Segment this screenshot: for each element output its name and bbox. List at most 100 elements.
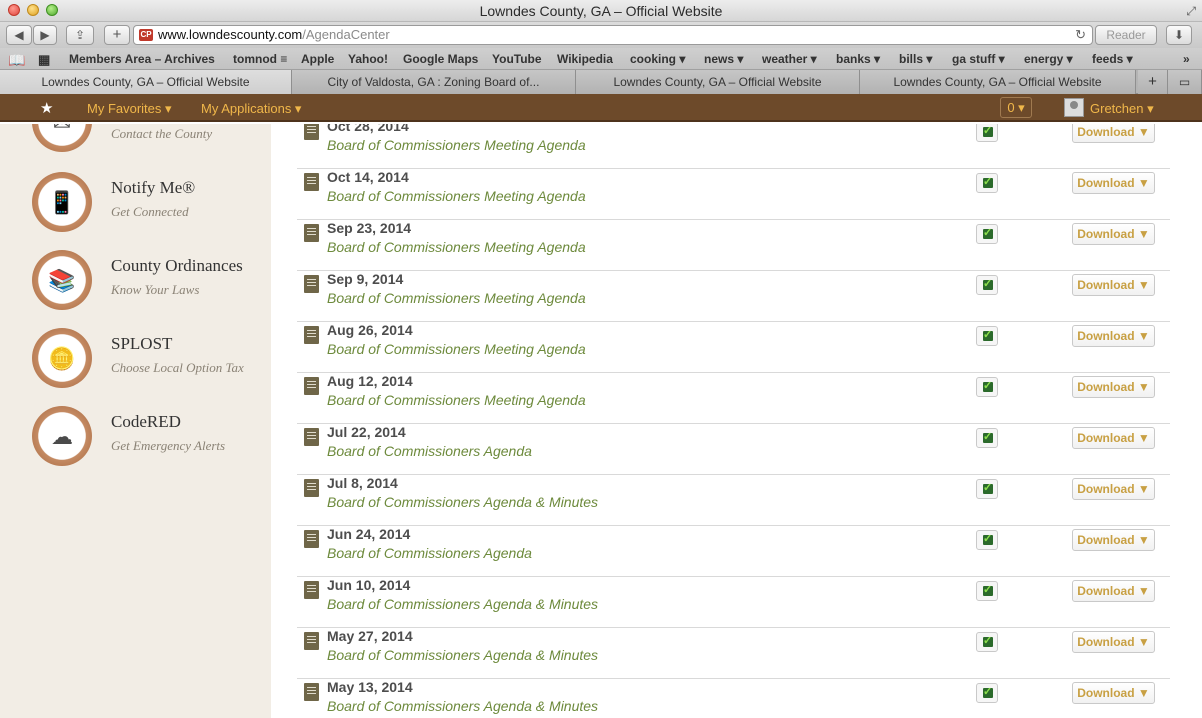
download-button[interactable]: Download ▼ <box>1072 223 1155 245</box>
bookmark-item[interactable]: Members Area – Archives <box>69 52 215 66</box>
agenda-date: Sep 9, 2014 <box>327 271 404 287</box>
document-icon[interactable] <box>304 377 319 395</box>
bookmarks-overflow-icon[interactable]: » <box>1183 52 1190 66</box>
notification-count[interactable]: 0 ▾ <box>1000 97 1032 118</box>
minutes-check-icon[interactable]: ✓ <box>976 530 998 550</box>
download-button[interactable]: Download ▼ <box>1072 124 1155 143</box>
downloads-button[interactable]: ⬇ <box>1166 25 1192 45</box>
star-icon[interactable]: ★ <box>40 99 53 117</box>
bookmark-item[interactable]: Yahoo! <box>348 52 388 66</box>
share-button[interactable]: ⇪ <box>66 25 94 45</box>
sidebar-item-subtitle: Choose Local Option Tax <box>111 360 244 375</box>
minutes-check-icon[interactable]: ✓ <box>976 224 998 244</box>
document-icon[interactable] <box>304 224 319 242</box>
my-favorites-menu[interactable]: My Favorites ▾ <box>87 101 172 117</box>
document-icon[interactable] <box>304 428 319 446</box>
agenda-title-link[interactable]: Board of Commissioners Agenda & Minutes <box>327 596 598 612</box>
fullscreen-icon[interactable]: ⤢ <box>1186 4 1196 19</box>
document-icon[interactable] <box>304 581 319 599</box>
tab-lowndes-3[interactable]: Lowndes County, GA – Official Website <box>860 70 1136 94</box>
agenda-title-link[interactable]: Board of Commissioners Agenda & Minutes <box>327 494 598 510</box>
bookmark-folder[interactable]: news ▾ <box>704 52 743 66</box>
download-button[interactable]: Download ▼ <box>1072 274 1155 296</box>
agenda-title-link[interactable]: Board of Commissioners Agenda <box>327 545 532 561</box>
reader-button[interactable]: Reader <box>1095 25 1157 45</box>
forward-button[interactable]: ▶ <box>33 25 57 45</box>
document-icon[interactable] <box>304 530 319 548</box>
download-button[interactable]: Download ▼ <box>1072 427 1155 449</box>
minutes-check-icon[interactable]: ✓ <box>976 479 998 499</box>
sidebar-item-splost[interactable]: 🪙 SPLOST Choose Local Option Tax <box>0 324 271 394</box>
my-applications-menu[interactable]: My Applications ▾ <box>201 101 301 117</box>
sidebar-item-contact[interactable]: ✉ Contact the County <box>0 124 271 158</box>
agenda-title-link[interactable]: Board of Commissioners Meeting Agenda <box>327 341 586 357</box>
document-icon[interactable] <box>304 124 319 140</box>
agenda-title-link[interactable]: Board of Commissioners Meeting Agenda <box>327 239 586 255</box>
agenda-row: Jun 24, 2014 Board of Commissioners Agen… <box>297 526 1170 577</box>
tab-valdosta[interactable]: City of Valdosta, GA : Zoning Board of..… <box>292 70 576 94</box>
download-button[interactable]: Download ▼ <box>1072 325 1155 347</box>
document-icon[interactable] <box>304 173 319 191</box>
bookmark-folder[interactable]: ga stuff ▾ <box>952 52 1005 66</box>
minutes-check-icon[interactable]: ✓ <box>976 173 998 193</box>
bookmark-folder[interactable]: feeds ▾ <box>1092 52 1133 66</box>
agenda-title-link[interactable]: Board of Commissioners Agenda & Minutes <box>327 698 598 714</box>
agenda-date: Oct 28, 2014 <box>327 124 409 134</box>
tab-overview-icon[interactable]: ▭ <box>1168 70 1202 94</box>
document-icon[interactable] <box>304 632 319 650</box>
agenda-title-link[interactable]: Board of Commissioners Meeting Agenda <box>327 392 586 408</box>
document-icon[interactable] <box>304 479 319 497</box>
bookmark-item[interactable]: Google Maps <box>403 52 478 66</box>
minutes-check-icon[interactable]: ✓ <box>976 632 998 652</box>
site-toolbar: ★ My Favorites ▾ My Applications ▾ 0 ▾ G… <box>0 94 1202 122</box>
user-avatar-icon[interactable] <box>1064 98 1084 117</box>
sidebar-item-notify-me[interactable]: 📱 Notify Me® Get Connected <box>0 168 271 238</box>
download-button[interactable]: Download ▼ <box>1072 631 1155 653</box>
download-button[interactable]: Download ▼ <box>1072 172 1155 194</box>
minutes-check-icon[interactable]: ✓ <box>976 581 998 601</box>
tab-lowndes-2[interactable]: Lowndes County, GA – Official Website <box>576 70 860 94</box>
agenda-title-link[interactable]: Board of Commissioners Meeting Agenda <box>327 290 586 306</box>
bookmark-folder[interactable]: energy ▾ <box>1024 52 1073 66</box>
bookmark-item[interactable]: tomnod ≡ <box>233 52 287 66</box>
minutes-check-icon[interactable]: ✓ <box>976 124 998 142</box>
top-sites-icon[interactable]: ▦ <box>38 52 50 68</box>
tab-lowndes-1[interactable]: Lowndes County, GA – Official Website <box>0 70 292 94</box>
bookmark-folder[interactable]: bills ▾ <box>899 52 932 66</box>
bookmark-folder[interactable]: banks ▾ <box>836 52 880 66</box>
reading-list-icon[interactable]: 📖 <box>8 52 25 69</box>
minutes-check-icon[interactable]: ✓ <box>976 683 998 703</box>
agenda-date: Aug 12, 2014 <box>327 373 413 389</box>
document-icon[interactable] <box>304 326 319 344</box>
agenda-title-link[interactable]: Board of Commissioners Agenda <box>327 443 532 459</box>
download-button[interactable]: Download ▼ <box>1072 376 1155 398</box>
bookmark-folder[interactable]: weather ▾ <box>762 52 817 66</box>
bookmark-folder[interactable]: cooking ▾ <box>630 52 685 66</box>
back-button[interactable]: ◀ <box>6 25 32 45</box>
minutes-check-icon[interactable]: ✓ <box>976 326 998 346</box>
user-menu[interactable]: Gretchen ▾ <box>1090 101 1154 117</box>
download-button[interactable]: Download ▼ <box>1072 529 1155 551</box>
document-icon[interactable] <box>304 683 319 701</box>
bookmark-item[interactable]: Apple <box>301 52 334 66</box>
download-button[interactable]: Download ▼ <box>1072 478 1155 500</box>
new-tab-icon[interactable]: + <box>1138 70 1168 94</box>
new-tab-button[interactable]: + <box>104 25 130 45</box>
agenda-title-link[interactable]: Board of Commissioners Agenda & Minutes <box>327 647 598 663</box>
agenda-title-link[interactable]: Board of Commissioners Meeting Agenda <box>327 188 586 204</box>
agenda-title-link[interactable]: Board of Commissioners Meeting Agenda <box>327 137 586 153</box>
sidebar-item-codered[interactable]: ☁ CodeRED Get Emergency Alerts <box>0 402 271 472</box>
bookmark-item[interactable]: YouTube <box>492 52 542 66</box>
document-icon[interactable] <box>304 275 319 293</box>
download-button[interactable]: Download ▼ <box>1072 682 1155 704</box>
sidebar-item-ordinances[interactable]: 📚 County Ordinances Know Your Laws <box>0 246 271 316</box>
bookmark-item[interactable]: Wikipedia <box>557 52 613 66</box>
agenda-date: Jun 10, 2014 <box>327 577 411 593</box>
reload-icon[interactable]: ↻ <box>1075 26 1086 44</box>
download-button[interactable]: Download ▼ <box>1072 580 1155 602</box>
minutes-check-icon[interactable]: ✓ <box>976 377 998 397</box>
minutes-check-icon[interactable]: ✓ <box>976 428 998 448</box>
address-bar[interactable]: CP www.lowndescounty.com/AgendaCenter ↻ <box>133 25 1093 45</box>
minutes-check-icon[interactable]: ✓ <box>976 275 998 295</box>
agenda-row: Jun 10, 2014 Board of Commissioners Agen… <box>297 577 1170 628</box>
